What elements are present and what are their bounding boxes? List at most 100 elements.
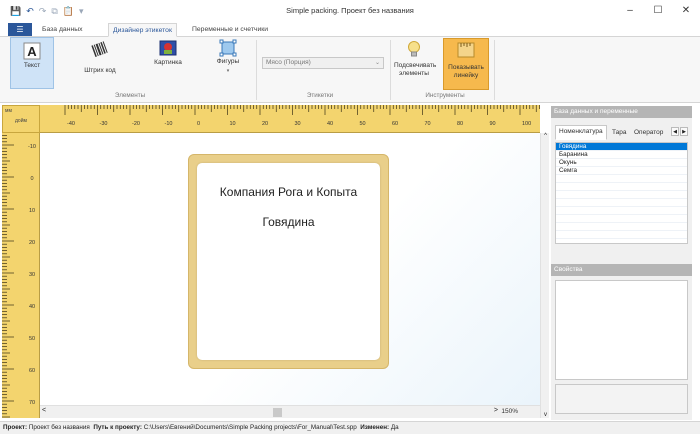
- file-menu-button[interactable]: ☰: [8, 23, 32, 36]
- ribbon-tabs: ☰ База данных Дизайнер этикеток Переменн…: [0, 22, 700, 37]
- ruler-unit-alt-label: дойм: [15, 118, 27, 124]
- lightbulb-icon: [408, 41, 420, 57]
- picture-tool-button[interactable]: Картинка: [146, 37, 190, 66]
- ribbon: A Текст Штрих код Картинка Фигуры ▾ Элем…: [0, 37, 700, 103]
- shapes-icon: [219, 39, 237, 57]
- ruler-tick-label: 50: [29, 336, 35, 342]
- vertical-ruler-scale: -10 0 10 20 30 40 50 60 70: [2, 135, 36, 418]
- zoom-level[interactable]: 150%: [501, 408, 518, 415]
- vertical-ruler: -10 0 10 20 30 40 50 60 70: [2, 133, 40, 418]
- list-item[interactable]: Говядина: [556, 143, 687, 151]
- picture-tool-label: Картинка: [154, 59, 182, 66]
- label-template-combo[interactable]: Мясо (Порция) ⌄: [262, 57, 384, 69]
- tab-nomenclature[interactable]: Номенклатура: [555, 125, 607, 140]
- ruler-icon: [457, 42, 475, 58]
- ruler-tick-label: 30: [29, 272, 35, 278]
- list-empty-row: [556, 207, 687, 215]
- list-empty-row: [556, 191, 687, 199]
- status-changed-label: Изменен:: [360, 424, 390, 431]
- label-body: Компания Рога и Копыта Говядина: [197, 163, 380, 360]
- status-path-value: C:\Users\Евгений\Documents\Simple Packin…: [143, 424, 357, 431]
- list-empty-row: [556, 175, 687, 183]
- tab-prev-icon[interactable]: ◀: [671, 127, 679, 136]
- vertical-scrollbar[interactable]: ^ v: [540, 133, 549, 418]
- highlight-elements-button[interactable]: Подсвечивать элементы: [394, 39, 437, 78]
- ruler-tick-label: 70: [425, 121, 431, 127]
- status-project-value: Проект без названия: [28, 424, 90, 431]
- scroll-down-icon[interactable]: v: [541, 412, 550, 418]
- tab-database[interactable]: База данных: [38, 23, 87, 37]
- tab-label-designer[interactable]: Дизайнер этикеток: [108, 23, 177, 37]
- label-product-text[interactable]: Говядина: [197, 215, 380, 229]
- minimize-button[interactable]: –: [616, 0, 644, 22]
- horizontal-scrollbar[interactable]: < > 150%: [40, 405, 540, 418]
- list-empty-row: [556, 183, 687, 191]
- text-tool-button[interactable]: A Текст: [10, 37, 54, 89]
- ruler-tick-label: -40: [67, 121, 75, 127]
- status-changed-value: Да: [390, 424, 399, 431]
- ruler-tick-label: 90: [490, 121, 496, 127]
- text-tool-label: Текст: [23, 62, 41, 69]
- list-item[interactable]: Окунь: [556, 159, 687, 167]
- ruler-tick-label: 100: [522, 121, 531, 127]
- highlight-elements-label: Подсвечивать элементы: [394, 62, 437, 77]
- list-empty-row: [556, 199, 687, 207]
- barcode-tool-button[interactable]: Штрих код: [78, 39, 122, 74]
- right-panel: База данных и переменные Номенклатура Та…: [551, 106, 692, 420]
- tab-scroll-nav: ◀ ▶: [671, 127, 688, 136]
- window-title: Simple packing. Проект без названия: [286, 6, 414, 15]
- tab-operator[interactable]: Оператор: [631, 127, 666, 140]
- shapes-tool-label: Фигуры: [216, 58, 240, 65]
- list-empty-row: [556, 231, 687, 239]
- horizontal-ruler-scale: -40 -30 -20 -10 0 10 20 30 40 50 60 70 80 90 100: [64, 105, 540, 127]
- ruler-tick-label: 70: [29, 400, 35, 406]
- show-ruler-toggle[interactable]: Показывать линейку: [443, 38, 489, 90]
- scroll-thumb[interactable]: [273, 408, 282, 417]
- tab-next-icon[interactable]: ▶: [680, 127, 688, 136]
- group-label-elements: Элементы: [114, 92, 146, 99]
- database-panel-header: База данных и переменные: [551, 106, 692, 118]
- ruler-tick-label: 60: [29, 368, 35, 374]
- scroll-left-icon[interactable]: <: [42, 407, 46, 414]
- ruler-tick-label: -30: [100, 121, 108, 127]
- status-bar: Проект: Проект без названия Путь к проек…: [0, 421, 700, 434]
- ruler-tick-label: 0: [197, 121, 200, 127]
- ruler-unit-label: мм: [5, 108, 12, 114]
- shapes-tool-button[interactable]: Фигуры ▾: [206, 37, 250, 74]
- ruler-tick-label: 20: [29, 240, 35, 246]
- barcode-tool-label: Штрих код: [84, 67, 116, 74]
- group-separator: [390, 40, 391, 100]
- ruler-tick-label: 20: [262, 121, 268, 127]
- label-preview[interactable]: Компания Рога и Копыта Говядина: [188, 154, 389, 369]
- list-item[interactable]: Баранина: [556, 151, 687, 159]
- maximize-button[interactable]: ☐: [644, 0, 672, 22]
- ruler-tick-label: 30: [295, 121, 301, 127]
- label-company-text[interactable]: Компания Рога и Копыта: [197, 185, 380, 199]
- text-icon: A: [23, 42, 41, 60]
- list-empty-row: [556, 215, 687, 223]
- ruler-tick-label: -10: [28, 144, 36, 150]
- ruler-unit-corner[interactable]: мм дойм: [2, 105, 40, 133]
- properties-description: [555, 384, 688, 414]
- properties-panel-header: Свойства: [551, 264, 692, 276]
- chevron-down-icon: ⌄: [374, 60, 380, 66]
- list-empty-row: [556, 223, 687, 231]
- ruler-tick-label: 80: [457, 121, 463, 127]
- group-label-tools: Инструменты: [425, 92, 465, 99]
- nomenclature-list[interactable]: Говядина Баранина Окунь Семга: [555, 142, 688, 244]
- ruler-tick-label: 0: [30, 176, 33, 182]
- close-button[interactable]: ✕: [672, 0, 700, 22]
- tab-container[interactable]: Тара: [609, 127, 630, 140]
- scroll-right-icon[interactable]: >: [494, 407, 498, 414]
- tab-variables-counters[interactable]: Переменные и счетчики: [188, 23, 272, 37]
- label-template-value: Мясо (Порция): [266, 59, 311, 66]
- scroll-up-icon[interactable]: ^: [541, 133, 550, 139]
- properties-grid[interactable]: [555, 280, 688, 380]
- ruler-tick-label: 10: [29, 208, 35, 214]
- window-controls: – ☐ ✕: [616, 0, 700, 22]
- group-label-labels: Этикетки: [306, 92, 334, 99]
- ruler-tick-label: 10: [230, 121, 236, 127]
- list-item[interactable]: Семга: [556, 167, 687, 175]
- database-panel-tabs: Номенклатура Тара Оператор ◀ ▶: [551, 124, 692, 142]
- barcode-icon: [91, 41, 108, 57]
